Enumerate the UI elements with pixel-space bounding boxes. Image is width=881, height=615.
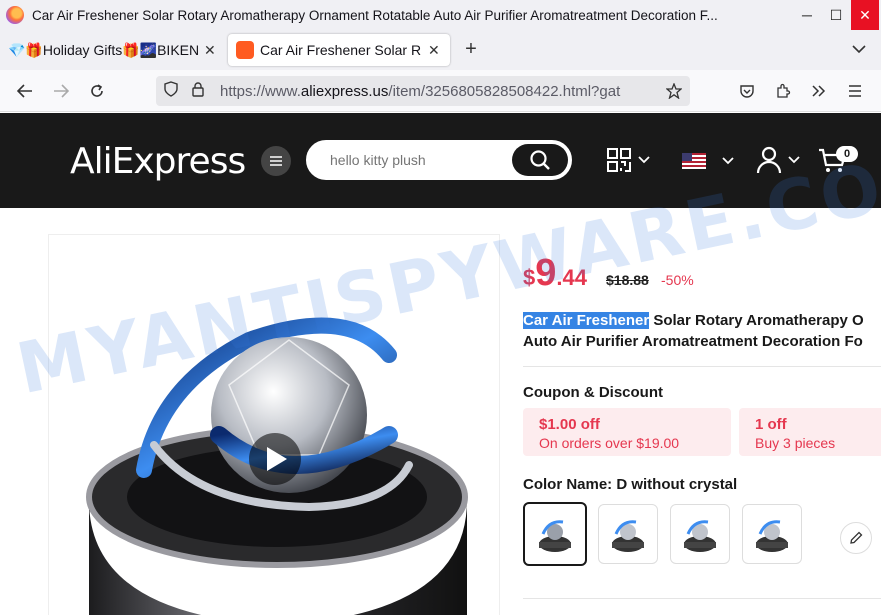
- cart-count-badge: 0: [836, 146, 858, 162]
- thumbnail-image: [612, 520, 644, 552]
- window-titlebar: Car Air Freshener Solar Rotary Aromather…: [0, 0, 881, 30]
- color-option[interactable]: [598, 504, 658, 564]
- coupon-title: 1 off: [755, 416, 787, 433]
- coupon-detail: Buy 3 pieces: [755, 435, 836, 451]
- edit-button[interactable]: [840, 522, 872, 554]
- account-button[interactable]: [756, 146, 800, 174]
- forward-button[interactable]: [48, 78, 74, 104]
- coupon-card[interactable]: 1 off Buy 3 pieces: [739, 408, 881, 456]
- menu-hamburger-icon[interactable]: [842, 78, 868, 104]
- close-tab-icon[interactable]: ✕: [428, 42, 440, 59]
- coupon-detail: On orders over $19.00: [539, 435, 680, 451]
- tab-bar: 💎🎁Holiday Gifts🎁🌌BIKEND ✕ Car Air Freshe…: [0, 30, 881, 70]
- tab-holiday-gifts[interactable]: 💎🎁Holiday Gifts🎁🌌BIKEND ✕: [8, 34, 220, 66]
- selected-text: Car Air Freshener: [523, 312, 650, 329]
- lock-icon[interactable]: [192, 81, 204, 101]
- search-input[interactable]: [330, 152, 500, 168]
- extensions-icon[interactable]: [770, 78, 796, 104]
- search-box: [306, 140, 572, 180]
- window-title: Car Air Freshener Solar Rotary Aromather…: [32, 7, 718, 23]
- pocket-icon[interactable]: [734, 78, 760, 104]
- shield-icon[interactable]: [164, 81, 178, 101]
- bookmark-star-icon[interactable]: [661, 78, 687, 104]
- back-arrow-icon: [17, 84, 32, 98]
- chevron-down-icon: [638, 156, 650, 164]
- color-option-d[interactable]: [523, 502, 587, 566]
- close-tab-icon[interactable]: ✕: [204, 42, 216, 59]
- chevron-down-icon: [722, 157, 734, 165]
- site-header: AliExpress 0: [0, 113, 881, 208]
- thumbnail-image: [684, 520, 716, 552]
- coupon-title: $1.00 off: [539, 416, 600, 433]
- reload-button[interactable]: [84, 78, 110, 104]
- search-icon: [530, 150, 550, 170]
- new-tab-button[interactable]: +: [458, 36, 484, 62]
- divider: [523, 598, 881, 599]
- tab-car-air-freshener[interactable]: Car Air Freshener Solar R ✕: [228, 34, 450, 66]
- divider: [523, 366, 881, 367]
- coupon-card[interactable]: $1.00 off On orders over $19.00: [523, 408, 731, 456]
- thumbnail-image: [539, 520, 571, 552]
- product-image: [49, 235, 499, 615]
- minimize-button[interactable]: ─: [793, 0, 821, 30]
- categories-menu-button[interactable]: [261, 146, 291, 176]
- qr-code-button[interactable]: [606, 147, 650, 173]
- more-tools-icon[interactable]: [806, 78, 832, 104]
- address-bar[interactable]: https://www.aliexpress.us/item/325680582…: [156, 76, 690, 106]
- tab-list-button[interactable]: [846, 36, 872, 62]
- tab-label: 💎🎁Holiday Gifts🎁🌌BIKEND: [8, 41, 198, 58]
- back-button[interactable]: [12, 78, 38, 104]
- current-price: $9.44: [523, 252, 587, 294]
- aliexpress-logo[interactable]: AliExpress: [70, 141, 246, 182]
- reload-icon: [91, 84, 103, 97]
- color-name-label: Color Name: D without crystal: [523, 476, 738, 493]
- original-price: $18.88: [606, 272, 649, 288]
- qr-code-icon: [607, 148, 631, 172]
- search-button[interactable]: [512, 144, 568, 176]
- color-option[interactable]: [670, 504, 730, 564]
- forward-arrow-icon: [54, 84, 69, 98]
- discount-badge: -50%: [661, 272, 694, 288]
- maximize-button[interactable]: ☐: [822, 0, 850, 30]
- region-selector[interactable]: [682, 153, 734, 169]
- pencil-icon: [850, 531, 863, 544]
- tab-label: Car Air Freshener Solar R: [260, 42, 422, 58]
- product-title: Car Air Freshener Solar Rotary Aromather…: [523, 312, 864, 350]
- color-option[interactable]: [742, 504, 802, 564]
- user-icon: [756, 146, 782, 174]
- chevron-down-icon: [788, 156, 800, 164]
- aliexpress-favicon-icon: [236, 41, 254, 59]
- close-window-button[interactable]: ✕: [851, 0, 879, 30]
- thumbnail-image: [756, 520, 788, 552]
- firefox-icon: [6, 6, 24, 24]
- url-text: https://www.aliexpress.us/item/325680582…: [220, 82, 621, 100]
- navigation-toolbar: https://www.aliexpress.us/item/325680582…: [0, 70, 881, 112]
- chevron-down-icon: [852, 44, 866, 53]
- product-image-gallery[interactable]: [48, 234, 500, 615]
- menu-icon: [270, 156, 282, 166]
- us-flag-icon: [682, 153, 706, 169]
- coupon-section-label: Coupon & Discount: [523, 384, 663, 401]
- product-page: $9.44 $18.88 -50% Car Air Freshener Sola…: [0, 208, 881, 615]
